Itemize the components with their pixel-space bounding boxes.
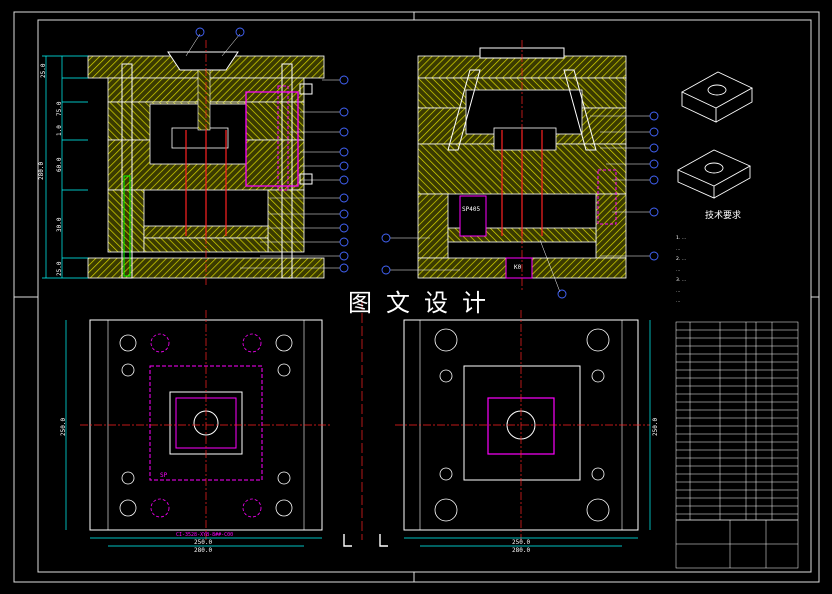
part-label-sp405: SP405 bbox=[462, 206, 481, 213]
part-isometric bbox=[676, 71, 753, 199]
bottom-right-plan-view bbox=[395, 310, 651, 547]
bottom-left-plan-view bbox=[65, 310, 330, 547]
part-label-k0: K0 bbox=[514, 264, 522, 271]
dim-bl-280: 280.0 bbox=[194, 547, 213, 554]
dim-75: 75.0 bbox=[56, 101, 63, 116]
side-section-view bbox=[381, 40, 659, 299]
dim-br-280: 280.0 bbox=[512, 547, 531, 554]
plan-label-part-code: CI-3528-XYB-8##-C00 bbox=[176, 532, 234, 538]
tech-note-line: ... bbox=[676, 288, 681, 294]
section-marker bbox=[343, 534, 388, 547]
bom-table bbox=[675, 321, 799, 569]
dim-280-height: 280.0 bbox=[38, 161, 45, 180]
tech-requirements-title: 技术要求 bbox=[705, 211, 742, 221]
dim-25-top: 25.0 bbox=[40, 63, 47, 78]
dim-25-bottom: 25.0 bbox=[56, 261, 63, 276]
tech-note-line: ... bbox=[676, 299, 681, 304]
tech-note-line: ... bbox=[676, 246, 681, 252]
front-section-view bbox=[42, 27, 349, 285]
tech-note-line: 3. ... bbox=[676, 278, 687, 283]
dim-bl-250-vertical: 250.0 bbox=[60, 417, 67, 436]
tech-note-line: 2. ... bbox=[676, 257, 687, 262]
plan-label-sp: SP bbox=[160, 472, 168, 479]
drawing-watermark: 图文设计 bbox=[348, 289, 500, 317]
dim-br-250-vertical: 250.0 bbox=[652, 417, 659, 436]
dim-60: 60.0 bbox=[56, 157, 63, 172]
dim-bl-250: 250.0 bbox=[194, 539, 213, 546]
dim-br-250: 250.0 bbox=[512, 539, 531, 546]
tech-note-line: ... bbox=[676, 267, 681, 273]
tech-note-line: 1. ... bbox=[676, 236, 687, 241]
dim-1: 1.0 bbox=[56, 125, 63, 136]
dim-30: 30.0 bbox=[56, 217, 63, 232]
